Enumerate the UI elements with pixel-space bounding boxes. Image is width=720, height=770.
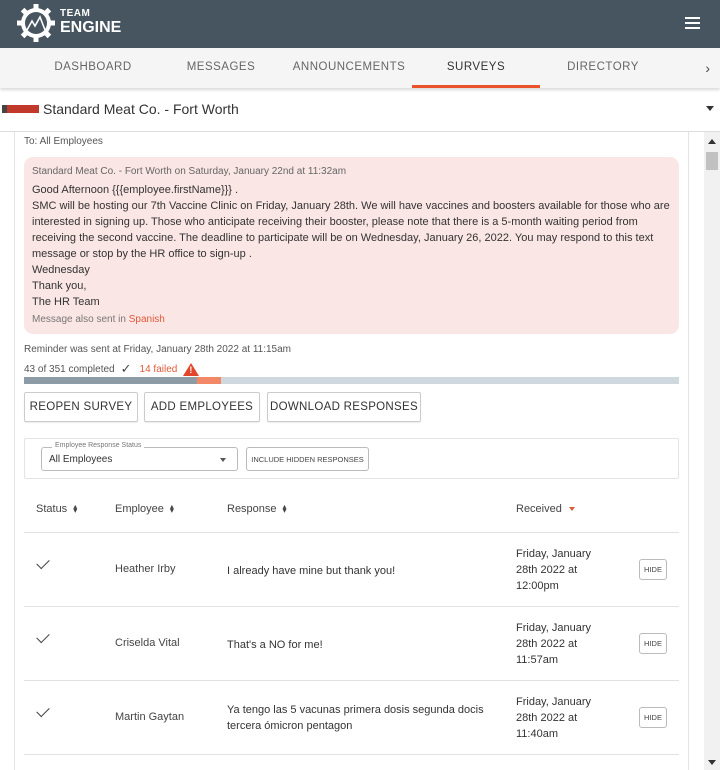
- column-header-employee[interactable]: Employee ▴ ▾: [115, 502, 174, 516]
- failed-count[interactable]: 14 failed: [140, 364, 178, 375]
- include-hidden-responses-button[interactable]: INCLUDE HIDDEN RESPONSES: [246, 447, 369, 471]
- select-legend: Employee Response Status: [52, 442, 145, 449]
- progress-summary: 43 of 351 completed ✓ 14 failed: [24, 361, 200, 377]
- tab-dashboard[interactable]: DASHBOARD: [32, 48, 154, 88]
- logo-line-2: ENGINE: [60, 19, 122, 36]
- message-bubble: Standard Meat Co. - Fort Worth on Saturd…: [24, 157, 679, 334]
- message-line: Good Afternoon {{{employee.firstName}}} …: [32, 184, 239, 196]
- hide-button[interactable]: HIDE: [639, 633, 667, 654]
- employee-name: Martin Gaytan: [115, 711, 185, 723]
- company-name: Standard Meat Co. - Fort Worth: [43, 101, 239, 117]
- message-line: SMC will be hosting our 7th Vaccine Clin…: [32, 200, 670, 260]
- response-status-select[interactable]: Employee Response Status All Employees: [41, 442, 238, 471]
- column-header-received[interactable]: Received: [516, 503, 575, 515]
- progress-failed-fill: [197, 377, 221, 384]
- warning-icon: [183, 362, 200, 376]
- table-row: Heather Irby I already have mine but tha…: [24, 532, 679, 606]
- message-body: Good Afternoon {{{employee.firstName}}} …: [32, 182, 677, 310]
- sort-desc-icon: [568, 507, 575, 511]
- main-tabs: DASHBOARD MESSAGES ANNOUNCEMENTS SURVEYS…: [0, 48, 720, 88]
- scroll-up-icon[interactable]: [708, 139, 716, 144]
- column-label: Received: [516, 503, 562, 515]
- message-line: The HR Team: [32, 296, 100, 308]
- filter-panel: Employee Response Status All Employees I…: [24, 438, 679, 479]
- tab-surveys[interactable]: SURVEYS: [412, 48, 540, 88]
- download-responses-button[interactable]: DOWNLOAD RESPONSES: [267, 392, 421, 422]
- employee-name: Criselda Vital: [115, 637, 180, 649]
- column-header-response[interactable]: Response ▴ ▾: [227, 502, 287, 516]
- received-date: Friday, January 28th 2022 at 11:40am: [516, 696, 591, 740]
- app-header: TEAM ENGINE: [0, 0, 720, 48]
- tabs-next-chevron-icon[interactable]: ›: [705, 48, 710, 88]
- received-date: Friday, January 28th 2022 at 12:00pm: [516, 548, 591, 592]
- recipients-label: To: All Employees: [24, 136, 103, 147]
- response-text: Ya tengo las 5 vacunas primera dosis seg…: [227, 704, 484, 732]
- survey-detail: To: All Employees Standard Meat Co. - Fo…: [14, 132, 689, 770]
- check-icon: [36, 703, 50, 718]
- team-engine-logo-icon: [17, 4, 55, 42]
- logo-line-1: TEAM: [60, 8, 91, 19]
- column-label: Employee: [115, 503, 164, 515]
- company-selector[interactable]: Standard Meat Co. - Fort Worth: [0, 88, 720, 132]
- employee-name: Heather Irby: [115, 563, 176, 575]
- also-sent-prefix: Message also sent in: [32, 314, 129, 325]
- scroll-down-icon[interactable]: [708, 760, 716, 765]
- progress-completed-fill: [24, 377, 197, 384]
- hide-button[interactable]: HIDE: [639, 707, 667, 728]
- add-employees-button[interactable]: ADD EMPLOYEES: [144, 392, 260, 422]
- message-line: Thank you,: [32, 280, 87, 292]
- hide-button[interactable]: HIDE: [639, 559, 667, 580]
- reopen-survey-button[interactable]: REOPEN SURVEY: [24, 392, 138, 422]
- completion-progress-bar: [24, 377, 679, 384]
- hamburger-icon[interactable]: [685, 17, 700, 29]
- table-row: Criselda Vital That's a NO for me! Frida…: [24, 606, 679, 680]
- sort-icon: ▴ ▾: [169, 502, 174, 515]
- column-label: Response: [227, 503, 277, 515]
- logo-wordmark: TEAM ENGINE: [60, 9, 121, 36]
- message-meta: Standard Meat Co. - Fort Worth on Saturd…: [32, 166, 347, 177]
- company-logo: [2, 105, 39, 113]
- caret-down-icon: [220, 458, 226, 462]
- check-icon: [36, 555, 50, 570]
- scrollbar[interactable]: [704, 132, 720, 770]
- select-value: All Employees: [49, 454, 113, 465]
- sort-icon: ▴ ▾: [73, 502, 78, 515]
- tab-announcements[interactable]: ANNOUNCEMENTS: [286, 48, 412, 88]
- check-icon: ✓: [120, 361, 132, 376]
- message-line: Wednesday: [32, 264, 90, 276]
- table-row: [24, 754, 679, 770]
- response-text: I already have mine but thank you!: [227, 565, 396, 577]
- caret-down-icon: [706, 106, 714, 111]
- tab-messages[interactable]: MESSAGES: [160, 48, 282, 88]
- sort-icon: ▴ ▾: [282, 502, 287, 515]
- also-sent-language-link[interactable]: Spanish: [129, 314, 165, 325]
- column-label: Status: [36, 503, 68, 515]
- scroll-thumb[interactable]: [706, 152, 718, 170]
- received-date: Friday, January 28th 2022 at 11:57am: [516, 622, 591, 666]
- reminder-text: Reminder was sent at Friday, January 28t…: [24, 344, 291, 355]
- message-also-sent: Message also sent in Spanish: [32, 314, 165, 325]
- completed-count: 43 of 351 completed: [24, 363, 115, 375]
- check-icon: [36, 629, 50, 644]
- table-row: Martin Gaytan Ya tengo las 5 vacunas pri…: [24, 680, 679, 754]
- tab-directory[interactable]: DIRECTORY: [542, 48, 664, 88]
- response-text: That's a NO for me!: [227, 639, 323, 651]
- column-header-status[interactable]: Status ▴ ▾: [36, 502, 78, 516]
